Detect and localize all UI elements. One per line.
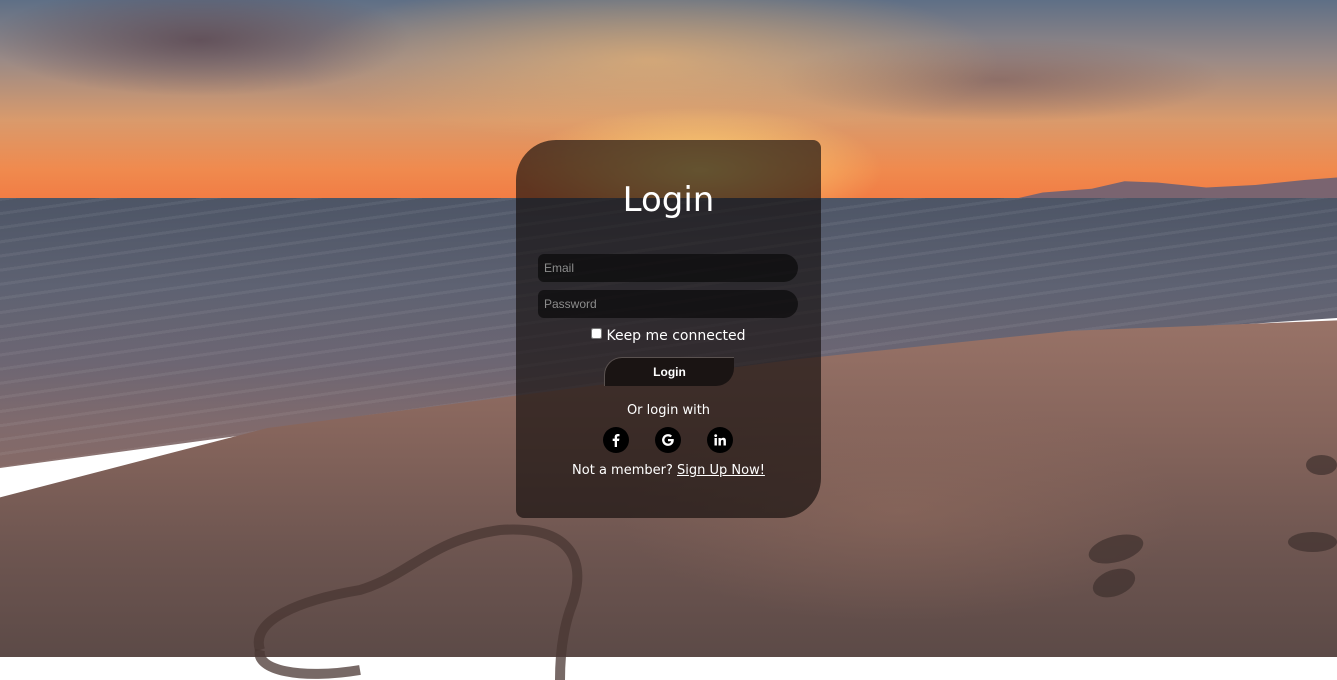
member-prompt-text: Not a member? xyxy=(572,463,673,478)
facebook-login-button[interactable] xyxy=(603,427,629,453)
keep-connected-label: Keep me connected xyxy=(606,328,746,344)
footprint xyxy=(1288,532,1337,552)
alt-login-text: Or login with xyxy=(626,403,711,418)
email-input[interactable] xyxy=(538,254,798,282)
heart-drawing-in-sand xyxy=(253,524,583,680)
remember-row: Keep me connected xyxy=(516,328,821,344)
signup-prompt: Not a member? Sign Up Now! xyxy=(516,463,821,478)
linkedin-icon xyxy=(714,434,726,446)
google-icon xyxy=(662,434,674,446)
login-card: Login Keep me connected Login Or login w… xyxy=(516,140,821,518)
footprint xyxy=(1306,455,1337,475)
linkedin-login-button[interactable] xyxy=(707,427,733,453)
google-login-button[interactable] xyxy=(655,427,681,453)
login-title: Login xyxy=(622,180,715,220)
login-button[interactable]: Login xyxy=(604,357,734,386)
keep-connected-checkbox[interactable] xyxy=(591,328,603,339)
signup-link[interactable]: Sign Up Now! xyxy=(677,463,765,478)
facebook-icon xyxy=(612,434,620,447)
password-input[interactable] xyxy=(538,290,798,318)
